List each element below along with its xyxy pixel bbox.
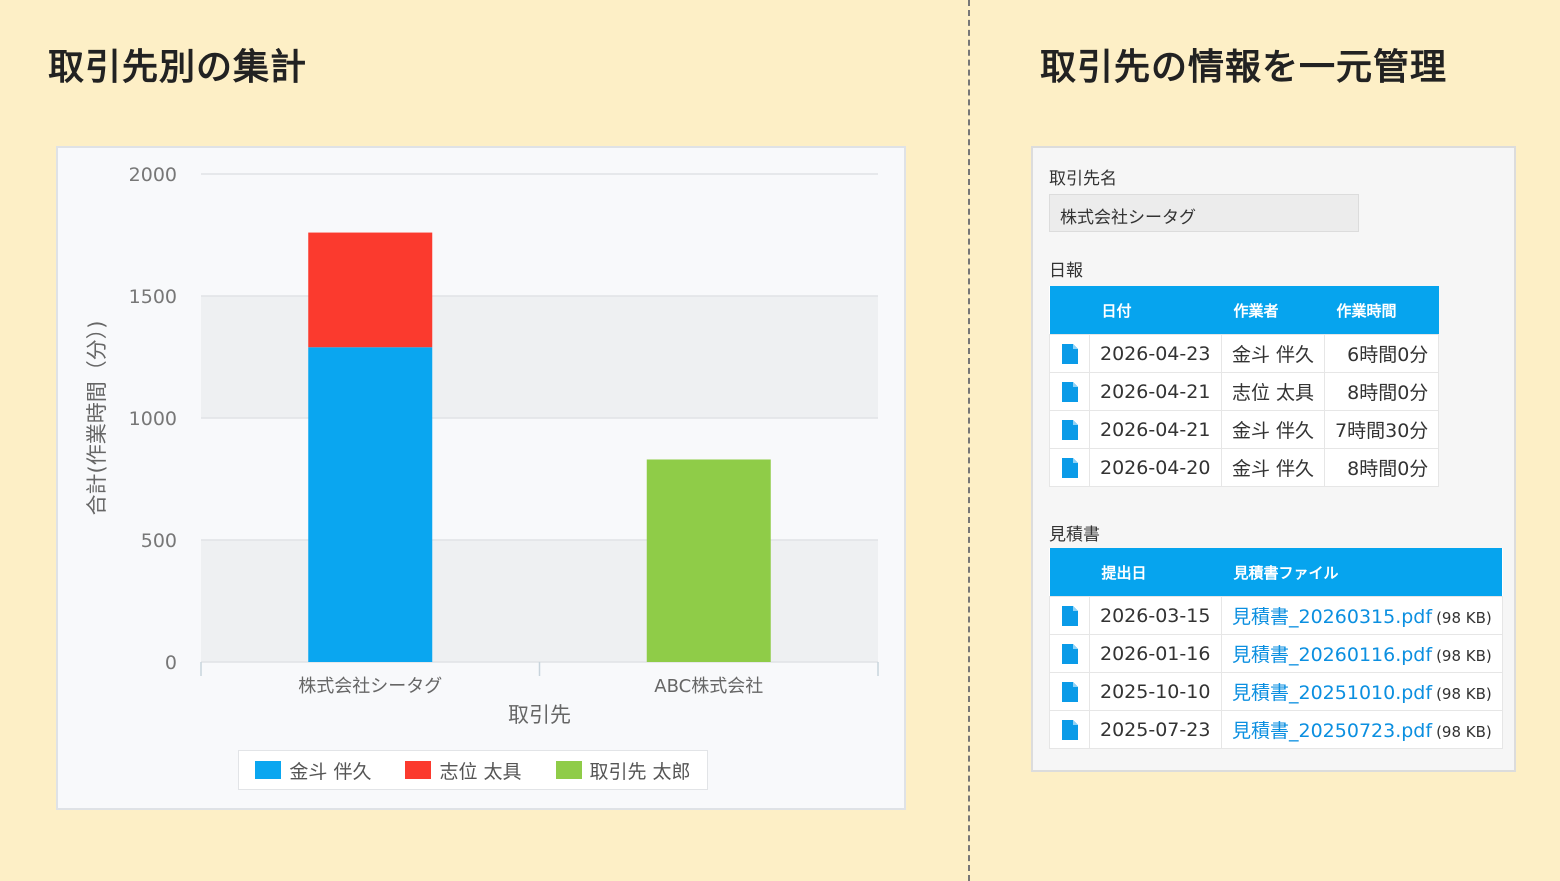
legend-label: 志位 太具	[439, 760, 522, 783]
client-record-panel: 取引先名 株式会社シータグ 日報 日付 作業者 作業時間 2026-04-23 金…	[1031, 146, 1516, 772]
open-record-button[interactable]	[1049, 448, 1090, 487]
estimate-file-size: (98 KB)	[1436, 647, 1492, 665]
x-axis-title: 取引先	[508, 703, 571, 727]
estimate-file-link[interactable]: 見積書_20260116.pdf	[1232, 644, 1432, 666]
y-tick-label: 1000	[129, 408, 177, 430]
estimate-submit-date: 2026-01-16	[1089, 634, 1222, 673]
report-date: 2026-04-23	[1089, 334, 1222, 373]
legend-swatch	[555, 761, 582, 779]
daily-report-row: 2026-04-20 金斗 伴久 8時間0分	[1049, 448, 1440, 487]
document-icon	[1061, 458, 1078, 478]
x-tick-label: 株式会社シータグ	[298, 676, 442, 697]
open-record-button[interactable]	[1049, 672, 1090, 711]
estimate-file-size: (98 KB)	[1436, 685, 1492, 703]
y-tick-label: 2000	[129, 164, 177, 186]
estimate-file-link[interactable]: 見積書_20250723.pdf	[1232, 720, 1432, 742]
bar-segment	[308, 347, 433, 662]
hours-column-header: 作業時間	[1324, 286, 1439, 335]
y-tick-label: 1500	[129, 286, 177, 308]
y-tick-label: 500	[141, 530, 177, 552]
estimate-file-cell: 見積書_20250723.pdf (98 KB)	[1221, 710, 1503, 749]
report-worker: 金斗 伴久	[1220, 334, 1326, 373]
open-record-button[interactable]	[1049, 596, 1090, 635]
daily-report-row: 2026-04-23 金斗 伴久 6時間0分	[1049, 334, 1440, 373]
estimate-submit-date: 2025-10-10	[1089, 672, 1222, 711]
worker-column-header: 作業者	[1221, 286, 1325, 335]
estimate-submit-date: 2025-07-23	[1089, 710, 1222, 749]
report-hours: 6時間0分	[1324, 334, 1440, 373]
estimate-file-link[interactable]: 見積書_20260315.pdf	[1232, 606, 1432, 628]
daily-report-row: 2026-04-21 金斗 伴久 7時間30分	[1049, 410, 1440, 449]
estimates-label: 見積書	[1049, 525, 1100, 545]
legend-label: 金斗 伴久	[289, 760, 372, 783]
document-icon	[1061, 644, 1078, 664]
legend-item[interactable]: 取引先 太郎	[555, 757, 691, 784]
open-record-button[interactable]	[1049, 410, 1090, 449]
estimate-file-cell: 見積書_20251010.pdf (98 KB)	[1221, 672, 1503, 711]
icon-column-header	[1049, 286, 1090, 335]
chart-canvas: 0 500 1000 1500 2000 株式会社シータグ ABC株式会社取引先 合計(作業時…	[85, 164, 879, 727]
grid-band	[201, 540, 878, 662]
open-record-button[interactable]	[1049, 710, 1090, 749]
y-tick-label: 0	[165, 652, 177, 674]
date-column-header: 日付	[1089, 286, 1222, 335]
estimate-row: 2026-01-16 見積書_20260116.pdf (98 KB)	[1049, 634, 1503, 673]
document-icon	[1061, 344, 1078, 364]
client-name-label: 取引先名	[1049, 169, 1117, 189]
report-date: 2026-04-21	[1089, 410, 1222, 449]
document-icon	[1061, 606, 1078, 626]
legend-swatch	[405, 761, 432, 779]
report-date: 2026-04-20	[1089, 448, 1222, 487]
estimates-table: 提出日 見積書ファイル 2026-03-15 見積書_20260315.pdf (9…	[1049, 548, 1503, 749]
report-date: 2026-04-21	[1089, 372, 1222, 411]
report-worker: 金斗 伴久	[1220, 410, 1326, 449]
bar-segment	[646, 459, 771, 662]
estimate-file-column-header: 見積書ファイル	[1221, 548, 1503, 597]
legend-item[interactable]: 志位 太具	[405, 757, 522, 784]
report-hours: 8時間0分	[1324, 372, 1440, 411]
legend-item[interactable]: 金斗 伴久	[255, 757, 371, 784]
document-icon	[1061, 382, 1078, 402]
y-axis-title: 合計(作業時間（分）)	[85, 321, 109, 516]
estimate-file-cell: 見積書_20260116.pdf (98 KB)	[1221, 634, 1503, 673]
grid-band	[201, 296, 878, 418]
report-hours: 8時間0分	[1324, 448, 1440, 487]
legend-label: 取引先 太郎	[589, 760, 691, 783]
open-record-button[interactable]	[1049, 334, 1090, 373]
chart-legend: 金斗 伴久 志位 太具 取引先 太郎	[238, 750, 708, 790]
client-name-field[interactable]: 株式会社シータグ	[1049, 194, 1359, 232]
section-divider	[968, 0, 970, 881]
icon-column-header	[1049, 548, 1090, 597]
estimate-row: 2025-10-10 見積書_20251010.pdf (98 KB)	[1049, 672, 1503, 711]
estimate-file-cell: 見積書_20260315.pdf (98 KB)	[1221, 596, 1503, 635]
daily-report-table: 日付 作業者 作業時間 2026-04-23 金斗 伴久 6時間0分 2026-04-…	[1049, 286, 1440, 487]
estimate-row: 2026-03-15 見積書_20260315.pdf (98 KB)	[1049, 596, 1503, 635]
stacked-bar-chart: 0 500 1000 1500 2000 株式会社シータグ ABC株式会社取引先 合計(作業時…	[56, 146, 906, 810]
open-record-button[interactable]	[1049, 372, 1090, 411]
daily-report-header-row: 日付 作業者 作業時間	[1049, 286, 1439, 335]
document-icon	[1061, 420, 1078, 440]
estimate-file-size: (98 KB)	[1436, 723, 1492, 741]
estimates-header-row: 提出日 見積書ファイル	[1049, 548, 1503, 597]
daily-report-label: 日報	[1049, 261, 1083, 281]
document-icon	[1061, 682, 1078, 702]
daily-report-row: 2026-04-21 志位 太具 8時間0分	[1049, 372, 1440, 411]
report-worker: 志位 太具	[1220, 372, 1326, 411]
estimate-file-size: (98 KB)	[1436, 609, 1492, 627]
estimate-submit-date: 2026-03-15	[1089, 596, 1222, 635]
submit-date-column-header: 提出日	[1089, 548, 1222, 597]
open-record-button[interactable]	[1049, 634, 1090, 673]
report-hours: 7時間30分	[1324, 410, 1440, 449]
x-tick-label: ABC株式会社	[654, 676, 763, 697]
legend-swatch	[255, 761, 282, 779]
estimate-row: 2025-07-23 見積書_20250723.pdf (98 KB)	[1049, 710, 1503, 749]
document-icon	[1061, 720, 1078, 740]
report-worker: 金斗 伴久	[1220, 448, 1326, 487]
bar-segment	[308, 232, 433, 348]
record-section-title: 取引先の情報を一元管理	[1040, 47, 1448, 88]
estimate-file-link[interactable]: 見積書_20251010.pdf	[1232, 682, 1432, 704]
chart-section-title: 取引先別の集計	[48, 47, 308, 88]
